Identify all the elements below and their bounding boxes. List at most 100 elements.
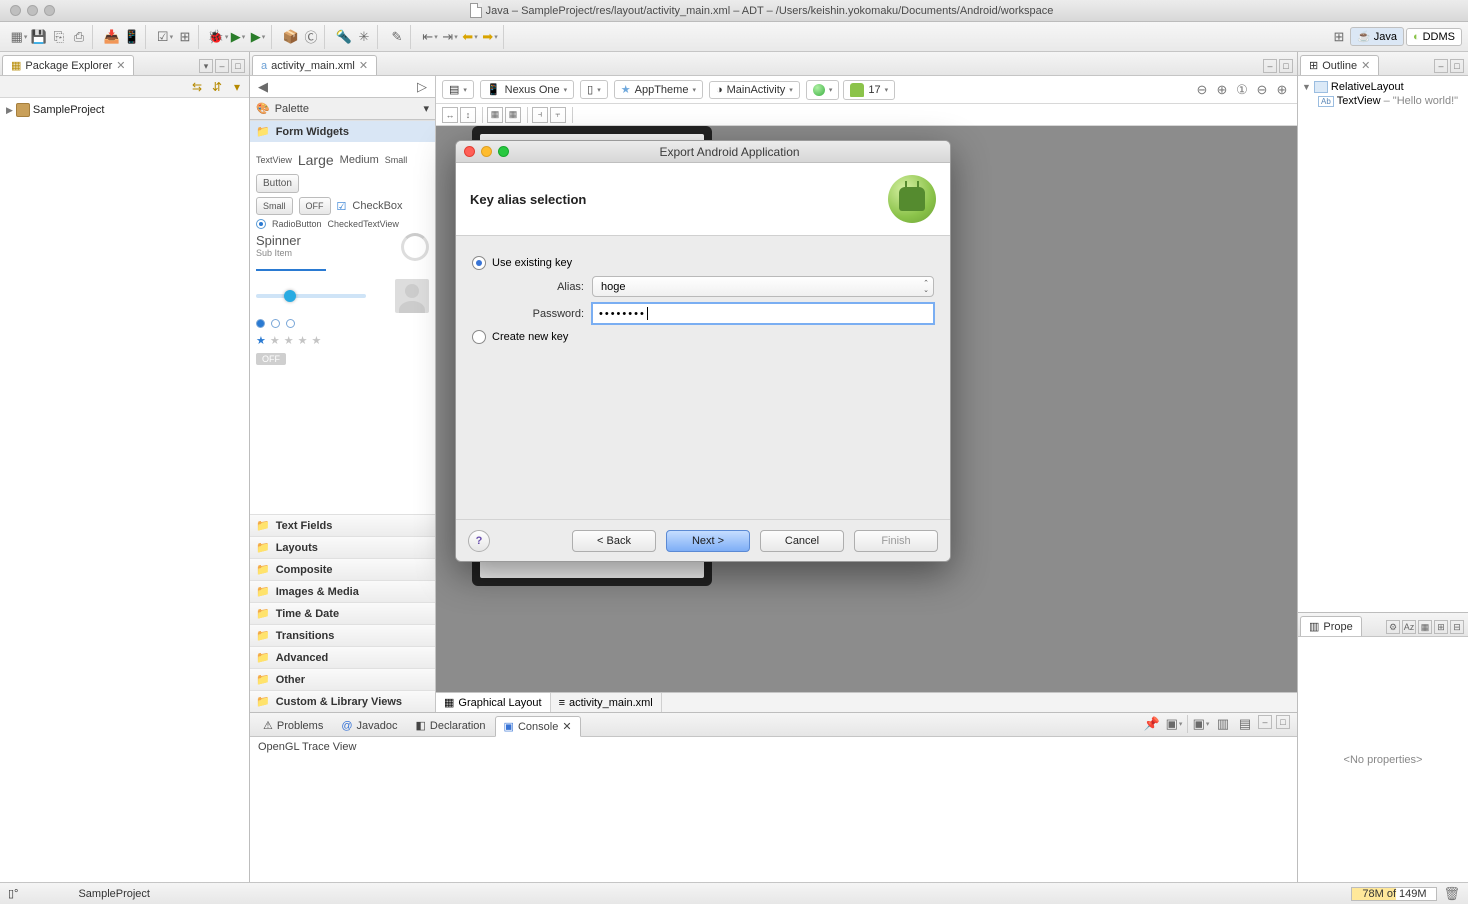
dialog-titlebar[interactable]: Export Android Application (456, 141, 950, 163)
config-locale[interactable]: ▾ (806, 80, 840, 100)
search-button[interactable]: 🔦 (335, 28, 353, 46)
props-btn-4[interactable]: ⊞ (1434, 620, 1448, 634)
close-icon[interactable]: ✕ (359, 59, 368, 72)
nav-next-button[interactable]: ➡▾ (481, 28, 499, 46)
next-button[interactable]: Next > (666, 530, 750, 552)
close-icon[interactable]: ✕ (116, 59, 125, 72)
password-input[interactable]: •••••••• (592, 303, 934, 324)
alias-select[interactable]: hoge (592, 276, 934, 297)
collapse-all-button[interactable]: ⇆ (189, 79, 205, 95)
minimize-view-button[interactable]: – (1258, 715, 1272, 729)
wand-button[interactable]: ✎ (388, 28, 406, 46)
close-icon[interactable]: ✕ (1361, 59, 1370, 72)
dialog-close-icon[interactable] (464, 146, 475, 157)
print-button[interactable]: ⎙ (70, 28, 88, 46)
palette-fwd-button[interactable]: ▷ (413, 78, 431, 96)
props-btn-5[interactable]: ⊟ (1450, 620, 1464, 634)
outline-row-child[interactable]: Ab TextView – "Hello world!" (1302, 94, 1464, 108)
console-scroll-button[interactable]: ▤ (1236, 715, 1254, 733)
radio-use-existing[interactable]: Use existing key (472, 256, 934, 270)
palette-category-images-media[interactable]: 📁Images & Media (250, 580, 435, 602)
tab-graphical-layout[interactable]: ▦Graphical Layout (436, 693, 551, 712)
new-class-button[interactable]: Ⓒ (302, 28, 320, 46)
palette-item-medium[interactable]: Medium (340, 154, 379, 166)
palette-category-form-widgets[interactable]: 📁Form Widgets (250, 120, 435, 142)
config-activity[interactable]: ◑MainActivity▾ (709, 81, 800, 99)
palette-back-button[interactable]: ◀ (254, 78, 272, 96)
props-btn-2[interactable]: Aᴢ (1402, 620, 1416, 634)
props-btn-1[interactable]: ⚙ (1386, 620, 1400, 634)
tab-console[interactable]: ▣Console✕ (495, 716, 581, 737)
new-button[interactable]: ▦▾ (10, 28, 28, 46)
palette-category-transitions[interactable]: 📁Transitions (250, 624, 435, 646)
nav-back-button[interactable]: ⇤▾ (421, 28, 439, 46)
zoom-reset-button[interactable]: ⊕ (1213, 81, 1231, 99)
nav-fwd-button[interactable]: ⇥▾ (441, 28, 459, 46)
palette-item-switch-off[interactable]: OFF (256, 353, 286, 365)
help-button[interactable]: ? (468, 530, 490, 552)
link-editor-button[interactable]: ⇵ (209, 79, 225, 95)
canvas-tool-hfill[interactable]: ↔ (442, 107, 458, 123)
expand-icon[interactable]: ▶ (6, 105, 13, 116)
dialog-minimize-icon[interactable] (481, 146, 492, 157)
palette-category-layouts[interactable]: 📁Layouts (250, 536, 435, 558)
palette-item-pager-dots[interactable] (256, 319, 429, 328)
tab-problems[interactable]: ⚠Problems (254, 715, 332, 736)
config-theme[interactable]: ★AppTheme▾ (614, 80, 703, 99)
maximize-view-button[interactable]: □ (1279, 59, 1293, 73)
console-open-button[interactable]: ▣▾ (1192, 715, 1210, 733)
perspective-ddms[interactable]: ◐DDMS (1406, 28, 1462, 46)
console-pin-button[interactable]: 📌 (1143, 715, 1161, 733)
palette-menu-button[interactable]: ▾ (423, 102, 429, 115)
perspective-java[interactable]: ☕Java (1350, 27, 1404, 46)
new-package-button[interactable]: 📦 (282, 28, 300, 46)
maximize-view-button[interactable]: □ (231, 59, 245, 73)
radio-create-new[interactable]: Create new key (472, 330, 934, 344)
avd-manager-button[interactable]: 📱 (123, 28, 141, 46)
heap-status[interactable]: 78M of 149M (1351, 887, 1437, 901)
maximize-view-button[interactable]: □ (1276, 715, 1290, 729)
tab-javadoc[interactable]: @Javadoc (332, 716, 406, 736)
radio-icon[interactable] (472, 256, 486, 270)
palette-item-button[interactable]: Button (256, 174, 299, 193)
console-display-button[interactable]: ▣▾ (1165, 715, 1183, 733)
palette-category-time-date[interactable]: 📁Time & Date (250, 602, 435, 624)
project-row[interactable]: ▶ SampleProject (6, 102, 243, 118)
outline-tab[interactable]: ⊞ Outline ✕ (1300, 55, 1379, 75)
close-icon[interactable]: ✕ (562, 720, 571, 733)
palette-item-spinner[interactable]: Spinner (256, 233, 301, 248)
zoom-100-button[interactable]: ① (1233, 81, 1251, 99)
props-btn-3[interactable]: ▦ (1418, 620, 1432, 634)
palette-category-other[interactable]: 📁Other (250, 668, 435, 690)
minimize-view-button[interactable]: – (1263, 59, 1277, 73)
view-filter-button[interactable]: ▾ (229, 79, 245, 95)
canvas-tool-grid1[interactable]: ▦ (487, 107, 503, 123)
palette-item-slider[interactable] (256, 294, 366, 298)
config-device[interactable]: 📱Nexus One▾ (480, 80, 574, 99)
editor-tab[interactable]: a activity_main.xml ✕ (252, 55, 377, 75)
debug-button[interactable]: 🐞▾ (209, 28, 227, 46)
window-minimize-icon[interactable] (27, 5, 38, 16)
palette-item-textview[interactable]: TextView (256, 155, 292, 165)
palette-category-composite[interactable]: 📁Composite (250, 558, 435, 580)
palette-item-rating[interactable]: ★★★★★ (256, 334, 429, 347)
package-explorer-tab[interactable]: ▦ Package Explorer ✕ (2, 55, 134, 75)
tab-xml-source[interactable]: ≡activity_main.xml (551, 693, 662, 712)
view-menu-button[interactable]: ▾ (199, 59, 213, 73)
run-last-button[interactable]: ▶▾ (249, 28, 267, 46)
open-type-button[interactable]: ⊞ (176, 28, 194, 46)
palette-item-checkbox[interactable]: CheckBox (352, 200, 402, 212)
console-clear-button[interactable]: ▥ (1214, 715, 1232, 733)
canvas-tool-vfill[interactable]: ↕ (460, 107, 476, 123)
palette-item-checkedtext[interactable]: CheckedTextView (328, 219, 399, 229)
zoom-in-button[interactable]: ⊕ (1273, 81, 1291, 99)
palette-item-radio[interactable]: RadioButton (272, 219, 322, 229)
task-button[interactable]: ✳ (355, 28, 373, 46)
window-traffic-lights[interactable] (10, 5, 55, 16)
palette-item-small-button[interactable]: Small (256, 197, 293, 215)
finish-button[interactable]: Finish (854, 530, 938, 552)
checklist-button[interactable]: ☑▾ (156, 28, 174, 46)
back-button[interactable]: < Back (572, 530, 656, 552)
run-button[interactable]: ▶▾ (229, 28, 247, 46)
palette-category-custom[interactable]: 📁Custom & Library Views (250, 690, 435, 712)
